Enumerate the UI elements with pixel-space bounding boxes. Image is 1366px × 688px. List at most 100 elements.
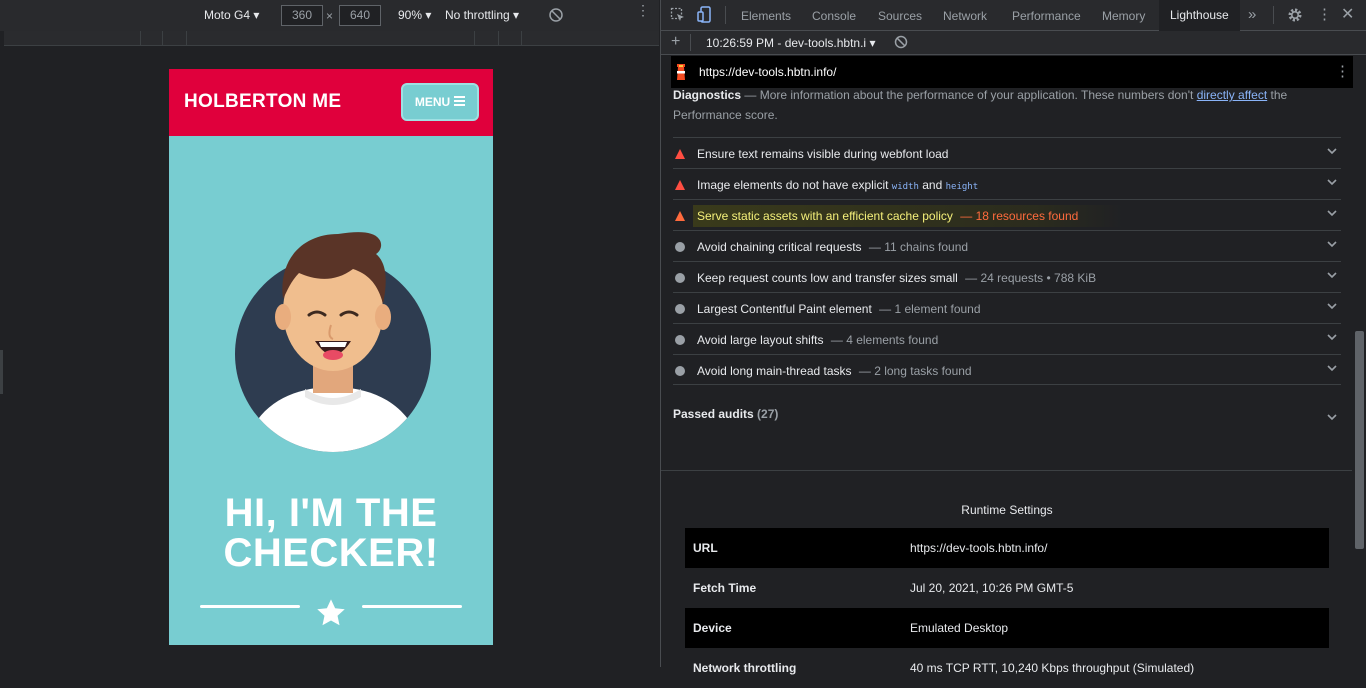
chevron-down-icon[interactable] bbox=[1327, 363, 1337, 375]
audit-row-critical-requests[interactable]: Avoid chaining critical requests — 11 ch… bbox=[673, 230, 1341, 261]
tab-elements[interactable]: Elements bbox=[741, 9, 791, 23]
divider-line-right bbox=[362, 605, 462, 608]
device-select[interactable]: Moto G4 ▾ bbox=[204, 8, 259, 22]
dropdown-arrow-icon: ▾ bbox=[513, 8, 520, 22]
audit-title-text: Avoid long main-thread tasks bbox=[697, 364, 852, 378]
audit-title-text: Largest Contentful Paint element bbox=[697, 302, 872, 316]
zoom-select[interactable]: 90% ▾ bbox=[398, 8, 431, 22]
site-brand[interactable]: HOLBERTON ME bbox=[184, 91, 341, 113]
inspect-element-icon[interactable] bbox=[670, 7, 686, 26]
clear-reports-icon[interactable] bbox=[894, 35, 908, 52]
audit-detail: — 11 chains found bbox=[868, 240, 969, 254]
audit-title: Image elements do not have explicit widt… bbox=[697, 178, 978, 192]
divider-line-left bbox=[200, 605, 300, 608]
diagnostics-text: More information about the performance o… bbox=[759, 88, 1194, 102]
chevron-down-icon[interactable] bbox=[1327, 177, 1337, 189]
star-icon bbox=[315, 597, 347, 632]
diagnostics-heading: Diagnostics bbox=[673, 88, 742, 102]
resize-handle[interactable] bbox=[0, 350, 3, 394]
fail-triangle-icon bbox=[675, 210, 685, 224]
report-menu-icon[interactable]: ⋮ bbox=[1335, 62, 1350, 80]
menu-button[interactable]: MENU bbox=[401, 83, 479, 121]
throttling-select[interactable]: No throttling ▾ bbox=[445, 8, 519, 22]
audit-row-cache-policy[interactable]: Serve static assets with an efficient ca… bbox=[673, 199, 1341, 230]
report-selector[interactable]: 10:26:59 PM - dev-tools.hbtn.i ▾ bbox=[706, 36, 875, 50]
height-input[interactable]: 640 bbox=[339, 5, 381, 26]
passed-audits-toggle[interactable]: Passed audits (27) bbox=[673, 407, 1341, 427]
devtools-pane: Elements Console Sources Network Perform… bbox=[660, 0, 1366, 675]
runtime-row-fetch-time: Fetch Time Jul 20, 2021, 10:26 PM GMT-5 bbox=[685, 568, 1329, 608]
audit-detail: — 1 element found bbox=[879, 302, 981, 316]
throttling-value: No throttling bbox=[445, 8, 510, 22]
scrollbar-thumb[interactable] bbox=[1355, 331, 1364, 549]
audit-row-request-counts[interactable]: Keep request counts low and transfer siz… bbox=[673, 261, 1341, 292]
tab-memory[interactable]: Memory bbox=[1102, 9, 1145, 23]
audit-title: Keep request counts low and transfer siz… bbox=[697, 271, 1096, 285]
hamburger-icon bbox=[454, 95, 466, 109]
audit-title-text: Image elements do not have explicit bbox=[697, 178, 889, 192]
zoom-level: 90% bbox=[398, 8, 423, 22]
chevron-down-icon[interactable] bbox=[1327, 146, 1337, 158]
diagnostics-description: Diagnostics — More information about the… bbox=[673, 85, 1341, 125]
tab-sources[interactable]: Sources bbox=[878, 9, 922, 23]
info-circle-icon bbox=[675, 272, 685, 286]
audit-row-main-thread-tasks[interactable]: Avoid long main-thread tasks — 2 long ta… bbox=[673, 354, 1341, 385]
settings-gear-icon[interactable] bbox=[1287, 7, 1303, 26]
width-input[interactable]: 360 bbox=[281, 5, 323, 26]
runtime-key: URL bbox=[693, 541, 718, 555]
chevron-down-icon[interactable] bbox=[1327, 332, 1337, 344]
audit-row-webfont[interactable]: Ensure text remains visible during webfo… bbox=[673, 137, 1341, 168]
dropdown-arrow-icon: ▾ bbox=[425, 8, 432, 22]
audit-detail: — 24 requests • 788 KiB bbox=[965, 271, 1097, 285]
info-circle-icon bbox=[675, 241, 685, 255]
chevron-down-icon[interactable] bbox=[1327, 410, 1337, 424]
more-tabs-icon[interactable]: » bbox=[1248, 6, 1256, 23]
dropdown-arrow-icon: ▾ bbox=[253, 8, 260, 22]
audit-row-layout-shifts[interactable]: Avoid large layout shifts — 4 elements f… bbox=[673, 323, 1341, 354]
info-circle-icon bbox=[675, 365, 685, 379]
report-url-bar: https://dev-tools.hbtn.info/ ⋮ bbox=[671, 56, 1353, 88]
close-devtools-icon[interactable]: ✕ bbox=[1341, 4, 1354, 24]
site-header: HOLBERTON ME MENU bbox=[169, 69, 493, 136]
chevron-down-icon[interactable] bbox=[1327, 301, 1337, 313]
audit-row-image-dimensions[interactable]: Image elements do not have explicit widt… bbox=[673, 168, 1341, 199]
runtime-row-network-throttling: Network throttling 40 ms TCP RTT, 10,240… bbox=[685, 648, 1329, 688]
runtime-row-url: URL https://dev-tools.hbtn.info/ bbox=[685, 528, 1329, 568]
runtime-value: https://dev-tools.hbtn.info/ bbox=[910, 541, 1048, 555]
chevron-down-icon[interactable] bbox=[1327, 239, 1337, 251]
runtime-key: Network throttling bbox=[693, 661, 797, 675]
directly-affect-link[interactable]: directly affect bbox=[1197, 88, 1267, 102]
tab-network[interactable]: Network bbox=[943, 9, 987, 23]
tab-lighthouse[interactable]: Lighthouse bbox=[1159, 0, 1240, 31]
rotate-icon[interactable] bbox=[548, 7, 564, 26]
hero-line-2: CHECKER! bbox=[223, 531, 439, 575]
report-scrollbar[interactable] bbox=[1352, 88, 1366, 667]
media-query-ruler[interactable] bbox=[4, 31, 659, 46]
device-toolbar-icon[interactable] bbox=[697, 6, 713, 27]
new-report-icon[interactable]: + bbox=[671, 33, 680, 51]
passed-audits-count: (27) bbox=[757, 407, 779, 421]
avatar-illustration bbox=[233, 229, 433, 457]
runtime-key: Fetch Time bbox=[693, 581, 757, 595]
hero-line-1: HI, I'M THE bbox=[224, 491, 438, 535]
tab-performance[interactable]: Performance bbox=[1012, 9, 1081, 23]
dimension-separator: × bbox=[326, 9, 334, 23]
customize-menu-icon[interactable]: ⋮ bbox=[1317, 5, 1332, 23]
audit-title: Avoid large layout shifts — 4 elements f… bbox=[697, 333, 938, 347]
lighthouse-toolbar: + 10:26:59 PM - dev-tools.hbtn.i ▾ bbox=[661, 31, 1366, 55]
report-url[interactable]: https://dev-tools.hbtn.info/ bbox=[699, 65, 836, 79]
audit-title-text: Avoid chaining critical requests bbox=[697, 240, 862, 254]
runtime-key: Device bbox=[693, 621, 732, 635]
runtime-settings-title: Runtime Settings bbox=[961, 503, 1053, 517]
more-options-icon[interactable]: ⋮ bbox=[636, 3, 650, 17]
audit-title: Serve static assets with an efficient ca… bbox=[697, 209, 1078, 223]
chevron-down-icon[interactable] bbox=[1327, 208, 1337, 220]
chevron-down-icon[interactable] bbox=[1327, 270, 1337, 282]
audit-row-lcp-element[interactable]: Largest Contentful Paint element — 1 ele… bbox=[673, 292, 1341, 323]
fail-triangle-icon bbox=[675, 148, 685, 162]
device-emulation-pane: Moto G4 ▾ 360 × 640 90% ▾ No throttling … bbox=[0, 0, 659, 667]
fail-triangle-icon bbox=[675, 179, 685, 193]
runtime-value: Emulated Desktop bbox=[910, 621, 1009, 635]
audit-title: Avoid chaining critical requests — 11 ch… bbox=[697, 240, 968, 254]
tab-console[interactable]: Console bbox=[812, 9, 856, 23]
